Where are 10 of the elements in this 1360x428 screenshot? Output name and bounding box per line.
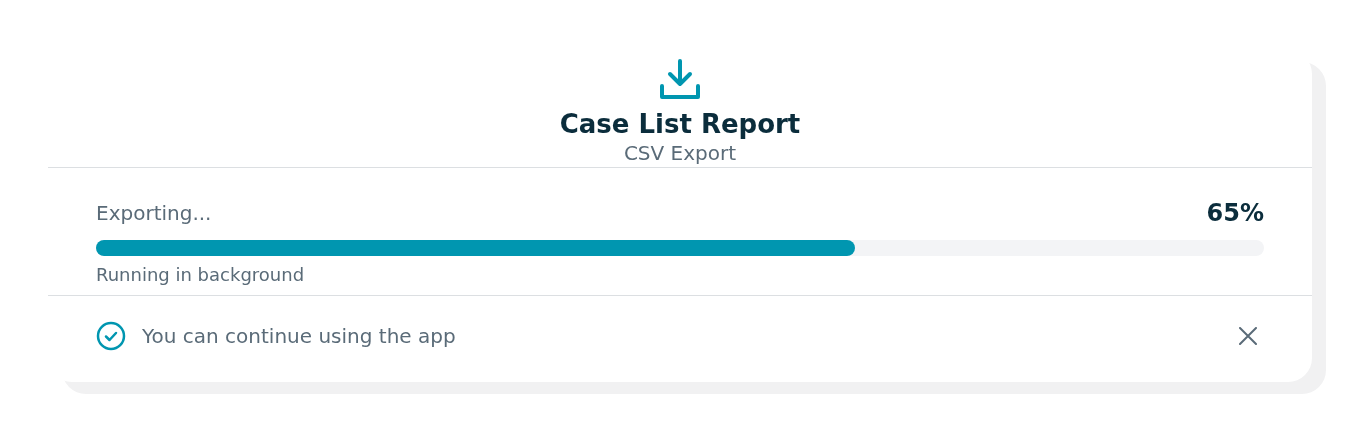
- close-icon: [1239, 327, 1257, 345]
- download-icon: [659, 58, 701, 102]
- report-title: Case List Report: [559, 108, 801, 140]
- status-label: Exporting...: [96, 200, 212, 227]
- info-message: You can continue using the app: [142, 323, 457, 350]
- close-button[interactable]: [1236, 324, 1260, 348]
- progress-percent: 65%: [1206, 198, 1264, 229]
- background-note: Running in background: [96, 263, 306, 287]
- report-subtitle: CSV Export: [623, 140, 737, 166]
- check-circle-icon: [96, 321, 126, 351]
